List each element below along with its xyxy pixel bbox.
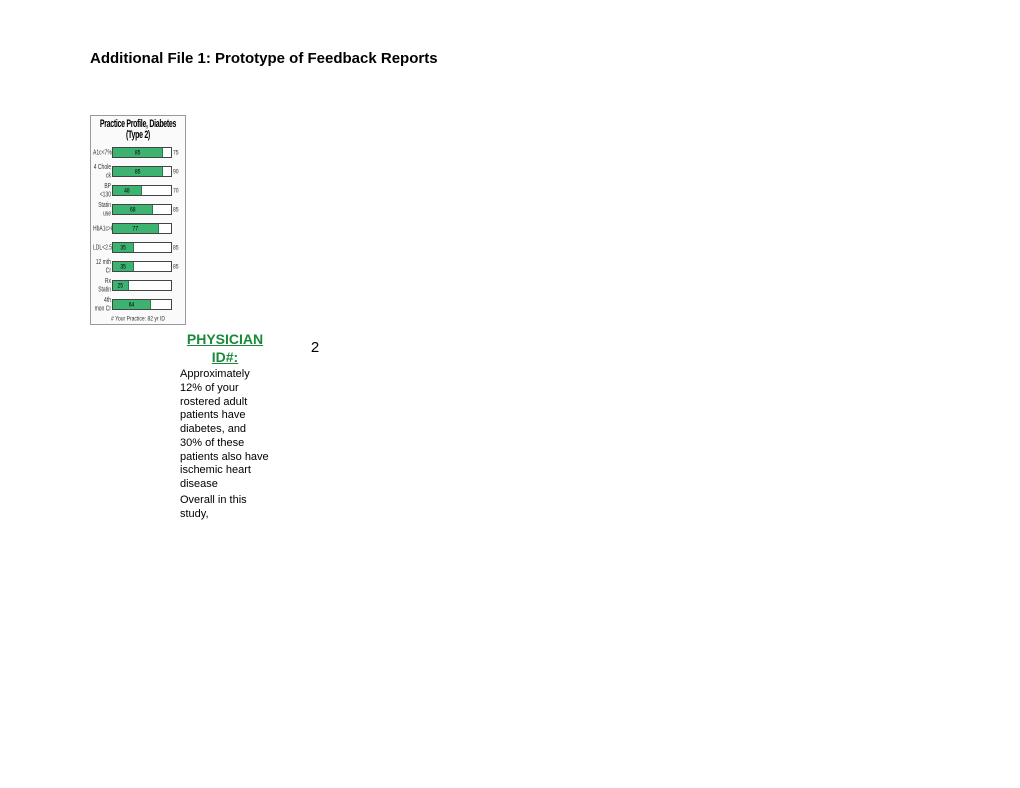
body-paragraph-2: Overall in this study, [180,494,270,522]
bar-label: LDL<2.5 [93,243,112,251]
bar-track: 64 [112,299,172,310]
bar-label: 12 mth Cr [93,258,112,275]
bar-fill: 35 [113,243,134,252]
chart-bars: A1c<7% 85 75 4 Chole ck 85 90 BP <130 48 70 Stati… [93,144,183,313]
bar-value: 85 [135,168,141,176]
bar-label: Statin use [93,201,112,218]
chart-bar-row: Rx Statin 25 [93,277,183,294]
chart-title: Practice Profile, Diabetes (Type 2) [93,114,183,146]
chart-container: Practice Profile, Diabetes (Type 2) A1c<… [90,115,186,325]
chart-bar-row: A1c<7% 85 75 [93,144,183,161]
bar-track: 85 [112,166,172,177]
bar-track: 35 [112,261,172,272]
bar-right-value: 85 [172,206,183,214]
chart-footer: # Your Practice: 82 yr ID [93,315,183,323]
bar-label: 4th mon Cr [93,296,112,313]
bar-value: 85 [135,149,141,157]
info-block: PHYSICIAN ID#: 2 Approximately 12% of yo… [180,331,930,521]
bar-track: 77 [112,223,172,234]
bar-label: A1c<7% [93,148,112,156]
bar-track: 68 [112,204,172,215]
bar-value: 35 [120,263,126,271]
bar-track: 35 [112,242,172,253]
bar-value: 77 [133,225,139,233]
bar-fill: 77 [113,224,159,233]
body-paragraph-1: Approximately 12% of your rostered adult… [180,368,270,492]
bar-label: HbA1c>8 [93,224,112,232]
bar-right-value: 70 [172,187,183,195]
chart-bar-row: Statin use 68 85 [93,201,183,218]
bar-track: 48 [112,185,172,196]
bar-track: 25 [112,280,172,291]
chart-bar-row: 12 mth Cr 35 85 [93,258,183,275]
bar-fill: 64 [113,300,151,309]
bar-right-value: 85 [172,244,183,252]
bar-right-value: 90 [172,168,183,176]
bar-right-value: 75 [172,149,183,157]
bar-value: 48 [124,187,130,195]
physician-id-label: PHYSICIAN ID#: [180,331,270,366]
chart-bar-row: HbA1c>8 77 [93,220,183,237]
bar-fill: 85 [113,167,163,176]
bar-fill: 48 [113,186,142,195]
bar-value: 68 [130,206,136,214]
chart-bar-row: 4th mon Cr 64 [93,296,183,313]
bar-value: 25 [117,282,123,290]
chart-bar-row: LDL<2.5 35 85 [93,239,183,256]
bar-fill: 68 [113,205,153,214]
physician-id-value: 2 [270,331,360,356]
page-title: Additional File 1: Prototype of Feedback… [90,50,930,67]
bar-track: 85 [112,147,172,158]
bar-fill: 35 [113,262,134,271]
bar-value: 64 [129,301,135,309]
chart-bar-row: BP <130 48 70 [93,182,183,199]
bar-fill: 25 [113,281,129,290]
bar-right-value: 85 [172,263,183,271]
bar-value: 35 [120,244,126,252]
bar-fill: 85 [113,148,163,157]
bar-label: BP <130 [93,182,112,199]
bar-label: Rx Statin [93,277,112,294]
chart-bar-row: 4 Chole ck 85 90 [93,163,183,180]
bar-label: 4 Chole ck [93,163,112,180]
